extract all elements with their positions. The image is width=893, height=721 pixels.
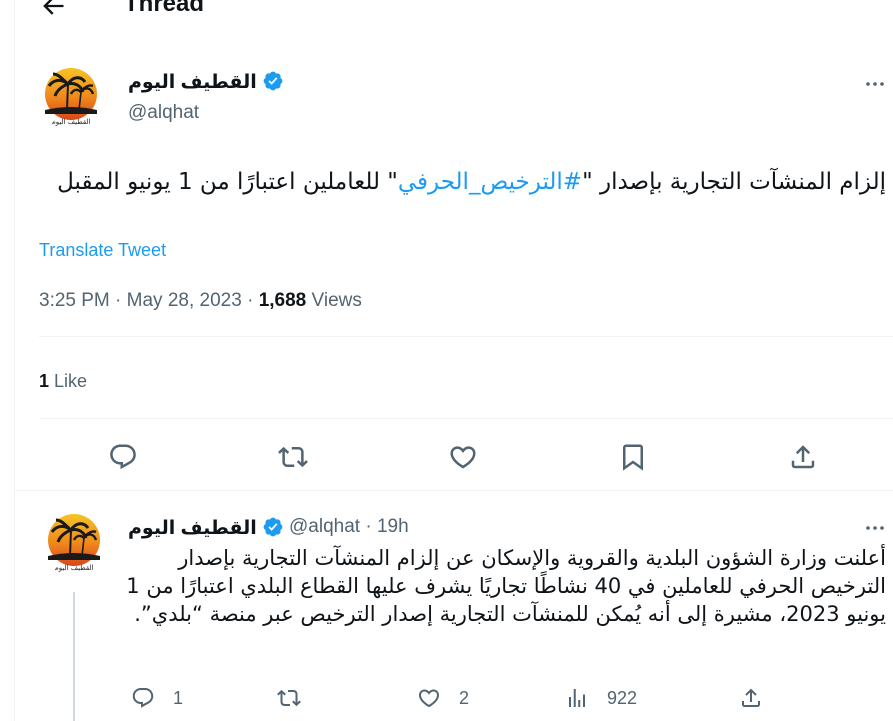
- views-action[interactable]: 922: [565, 684, 637, 712]
- tweet-date[interactable]: May 28, 2023: [127, 290, 242, 311]
- bookmark-icon[interactable]: [618, 442, 648, 472]
- divider: [39, 336, 893, 337]
- like-heart-icon[interactable]: [448, 442, 478, 472]
- reply-handle-line: @alqhat · 19h: [289, 516, 409, 537]
- more-options-icon[interactable]: [863, 516, 887, 540]
- reply-handle[interactable]: @alqhat: [289, 516, 360, 537]
- back-arrow-icon[interactable]: [39, 0, 67, 20]
- avatar-caption: القطيف اليوم: [54, 564, 93, 572]
- tweet-text: إلزام المنشآت التجارية بإصدار "#الترخيص_…: [57, 169, 886, 195]
- retweet-icon[interactable]: [278, 442, 308, 472]
- share-icon[interactable]: [788, 442, 818, 472]
- share-action[interactable]: [739, 684, 781, 712]
- tweet-time[interactable]: 3:25 PM: [39, 290, 110, 311]
- tweet-meta: 3:25 PM · May 28, 2023 · 1,688 Views: [39, 290, 362, 311]
- translate-tweet-link[interactable]: Translate Tweet: [39, 240, 166, 261]
- thread-column: Thread القطيف اليوم القطيف اليوم @alqhat: [14, 0, 893, 721]
- view-count: 922: [607, 687, 638, 708]
- author-handle[interactable]: @alqhat: [128, 102, 199, 124]
- avatar[interactable]: القطيف اليوم: [42, 512, 106, 576]
- likes-count: 1: [39, 371, 50, 391]
- verified-badge-icon: [263, 517, 283, 537]
- thread-header: Thread: [15, 0, 893, 26]
- reply-time-ago[interactable]: 19h: [377, 516, 409, 537]
- author-name[interactable]: القطيف اليوم: [128, 70, 284, 94]
- avatar[interactable]: القطيف اليوم: [39, 66, 103, 130]
- views-count: 1,688: [258, 290, 307, 311]
- like-count: 2: [459, 687, 470, 708]
- page-title: Thread: [124, 0, 205, 17]
- hashtag-link[interactable]: #الترخيص_الحرفي: [398, 169, 582, 195]
- retweet-icon: [277, 689, 301, 707]
- verified-badge-icon: [263, 71, 283, 91]
- avatar-caption: القطيف اليوم: [51, 118, 90, 126]
- reply-action[interactable]: 1: [131, 684, 183, 712]
- like-action[interactable]: 2: [417, 684, 469, 712]
- share-icon: [742, 688, 760, 707]
- divider: [39, 418, 893, 419]
- views-label: Views: [311, 290, 362, 311]
- views-bar-chart-icon: [569, 689, 585, 707]
- thread-connector-line: [73, 592, 75, 721]
- like-heart-icon: [418, 689, 440, 708]
- likes-label: Like: [54, 371, 88, 391]
- more-options-icon[interactable]: [863, 72, 887, 96]
- reply-icon: [132, 688, 154, 708]
- retweet-action[interactable]: [277, 684, 319, 712]
- reply-text: أعلنت وزارة الشؤون البلدية والقروية والإ…: [126, 546, 886, 626]
- divider: [15, 490, 893, 491]
- likes-summary[interactable]: 1 Like: [39, 371, 87, 392]
- reply-author-name[interactable]: القطيف اليوم: [128, 516, 284, 540]
- reply-icon[interactable]: [108, 442, 138, 472]
- reply-count: 1: [173, 687, 184, 708]
